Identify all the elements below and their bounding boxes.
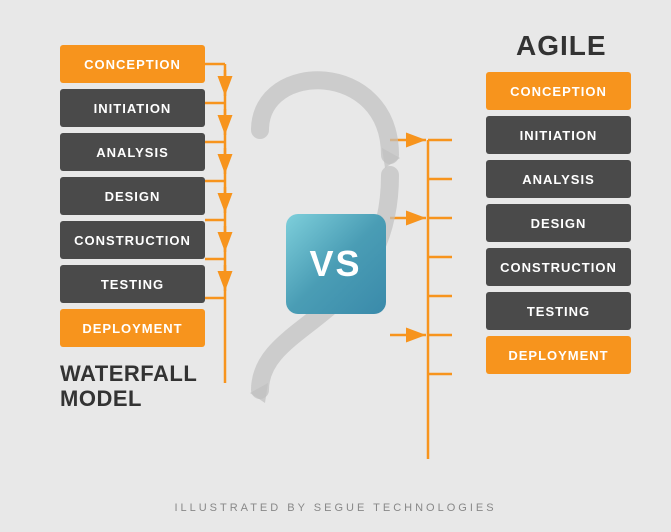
agile-step-3: DESIGN bbox=[486, 204, 631, 242]
waterfall-step-2: ANALYSIS bbox=[60, 133, 205, 171]
agile-step-1: INITIATION bbox=[486, 116, 631, 154]
waterfall-step-3: DESIGN bbox=[60, 177, 205, 215]
footer: ILLUSTRATED BY SEGUE TECHNOLOGIES bbox=[0, 502, 671, 514]
waterfall-step-1: INITIATION bbox=[60, 89, 205, 127]
waterfall-step-0: CONCEPTION bbox=[60, 45, 205, 83]
agile-side: AGILE CONCEPTION INITIATION ANALYSIS DESIGN… bbox=[486, 30, 631, 374]
waterfall-step-row: ANALYSIS bbox=[60, 133, 205, 171]
waterfall-step-row: DEPLOYMENT bbox=[60, 309, 205, 347]
agile-step-0: CONCEPTION bbox=[486, 72, 631, 110]
waterfall-step-row: CONCEPTION bbox=[60, 45, 205, 83]
waterfall-side: CONCEPTION INITIATION ANALYSIS DESIGN CONSTR… bbox=[60, 45, 205, 412]
agile-steps: CONCEPTION INITIATION ANALYSIS DESIGN CONSTR… bbox=[486, 72, 631, 374]
agile-step-5: TESTING bbox=[486, 292, 631, 330]
main-container: CONCEPTION INITIATION ANALYSIS DESIGN CONSTR… bbox=[0, 0, 671, 532]
agile-step-2: ANALYSIS bbox=[486, 160, 631, 198]
waterfall-step-row: DESIGN bbox=[60, 177, 205, 215]
waterfall-step-row: CONSTRUCTION bbox=[60, 221, 205, 259]
agile-step-6: DEPLOYMENT bbox=[486, 336, 631, 374]
waterfall-steps: CONCEPTION INITIATION ANALYSIS DESIGN CONSTR… bbox=[60, 45, 205, 347]
agile-step-4: CONSTRUCTION bbox=[486, 248, 631, 286]
waterfall-step-row: TESTING bbox=[60, 265, 205, 303]
waterfall-step-4: CONSTRUCTION bbox=[60, 221, 205, 259]
waterfall-step-5: TESTING bbox=[60, 265, 205, 303]
waterfall-step-row: INITIATION bbox=[60, 89, 205, 127]
waterfall-label: WATERFALL MODEL bbox=[60, 361, 197, 412]
agile-title: AGILE bbox=[516, 30, 607, 62]
waterfall-step-6: DEPLOYMENT bbox=[60, 309, 205, 347]
vs-text: VS bbox=[309, 243, 361, 285]
vs-box: VS bbox=[286, 214, 386, 314]
